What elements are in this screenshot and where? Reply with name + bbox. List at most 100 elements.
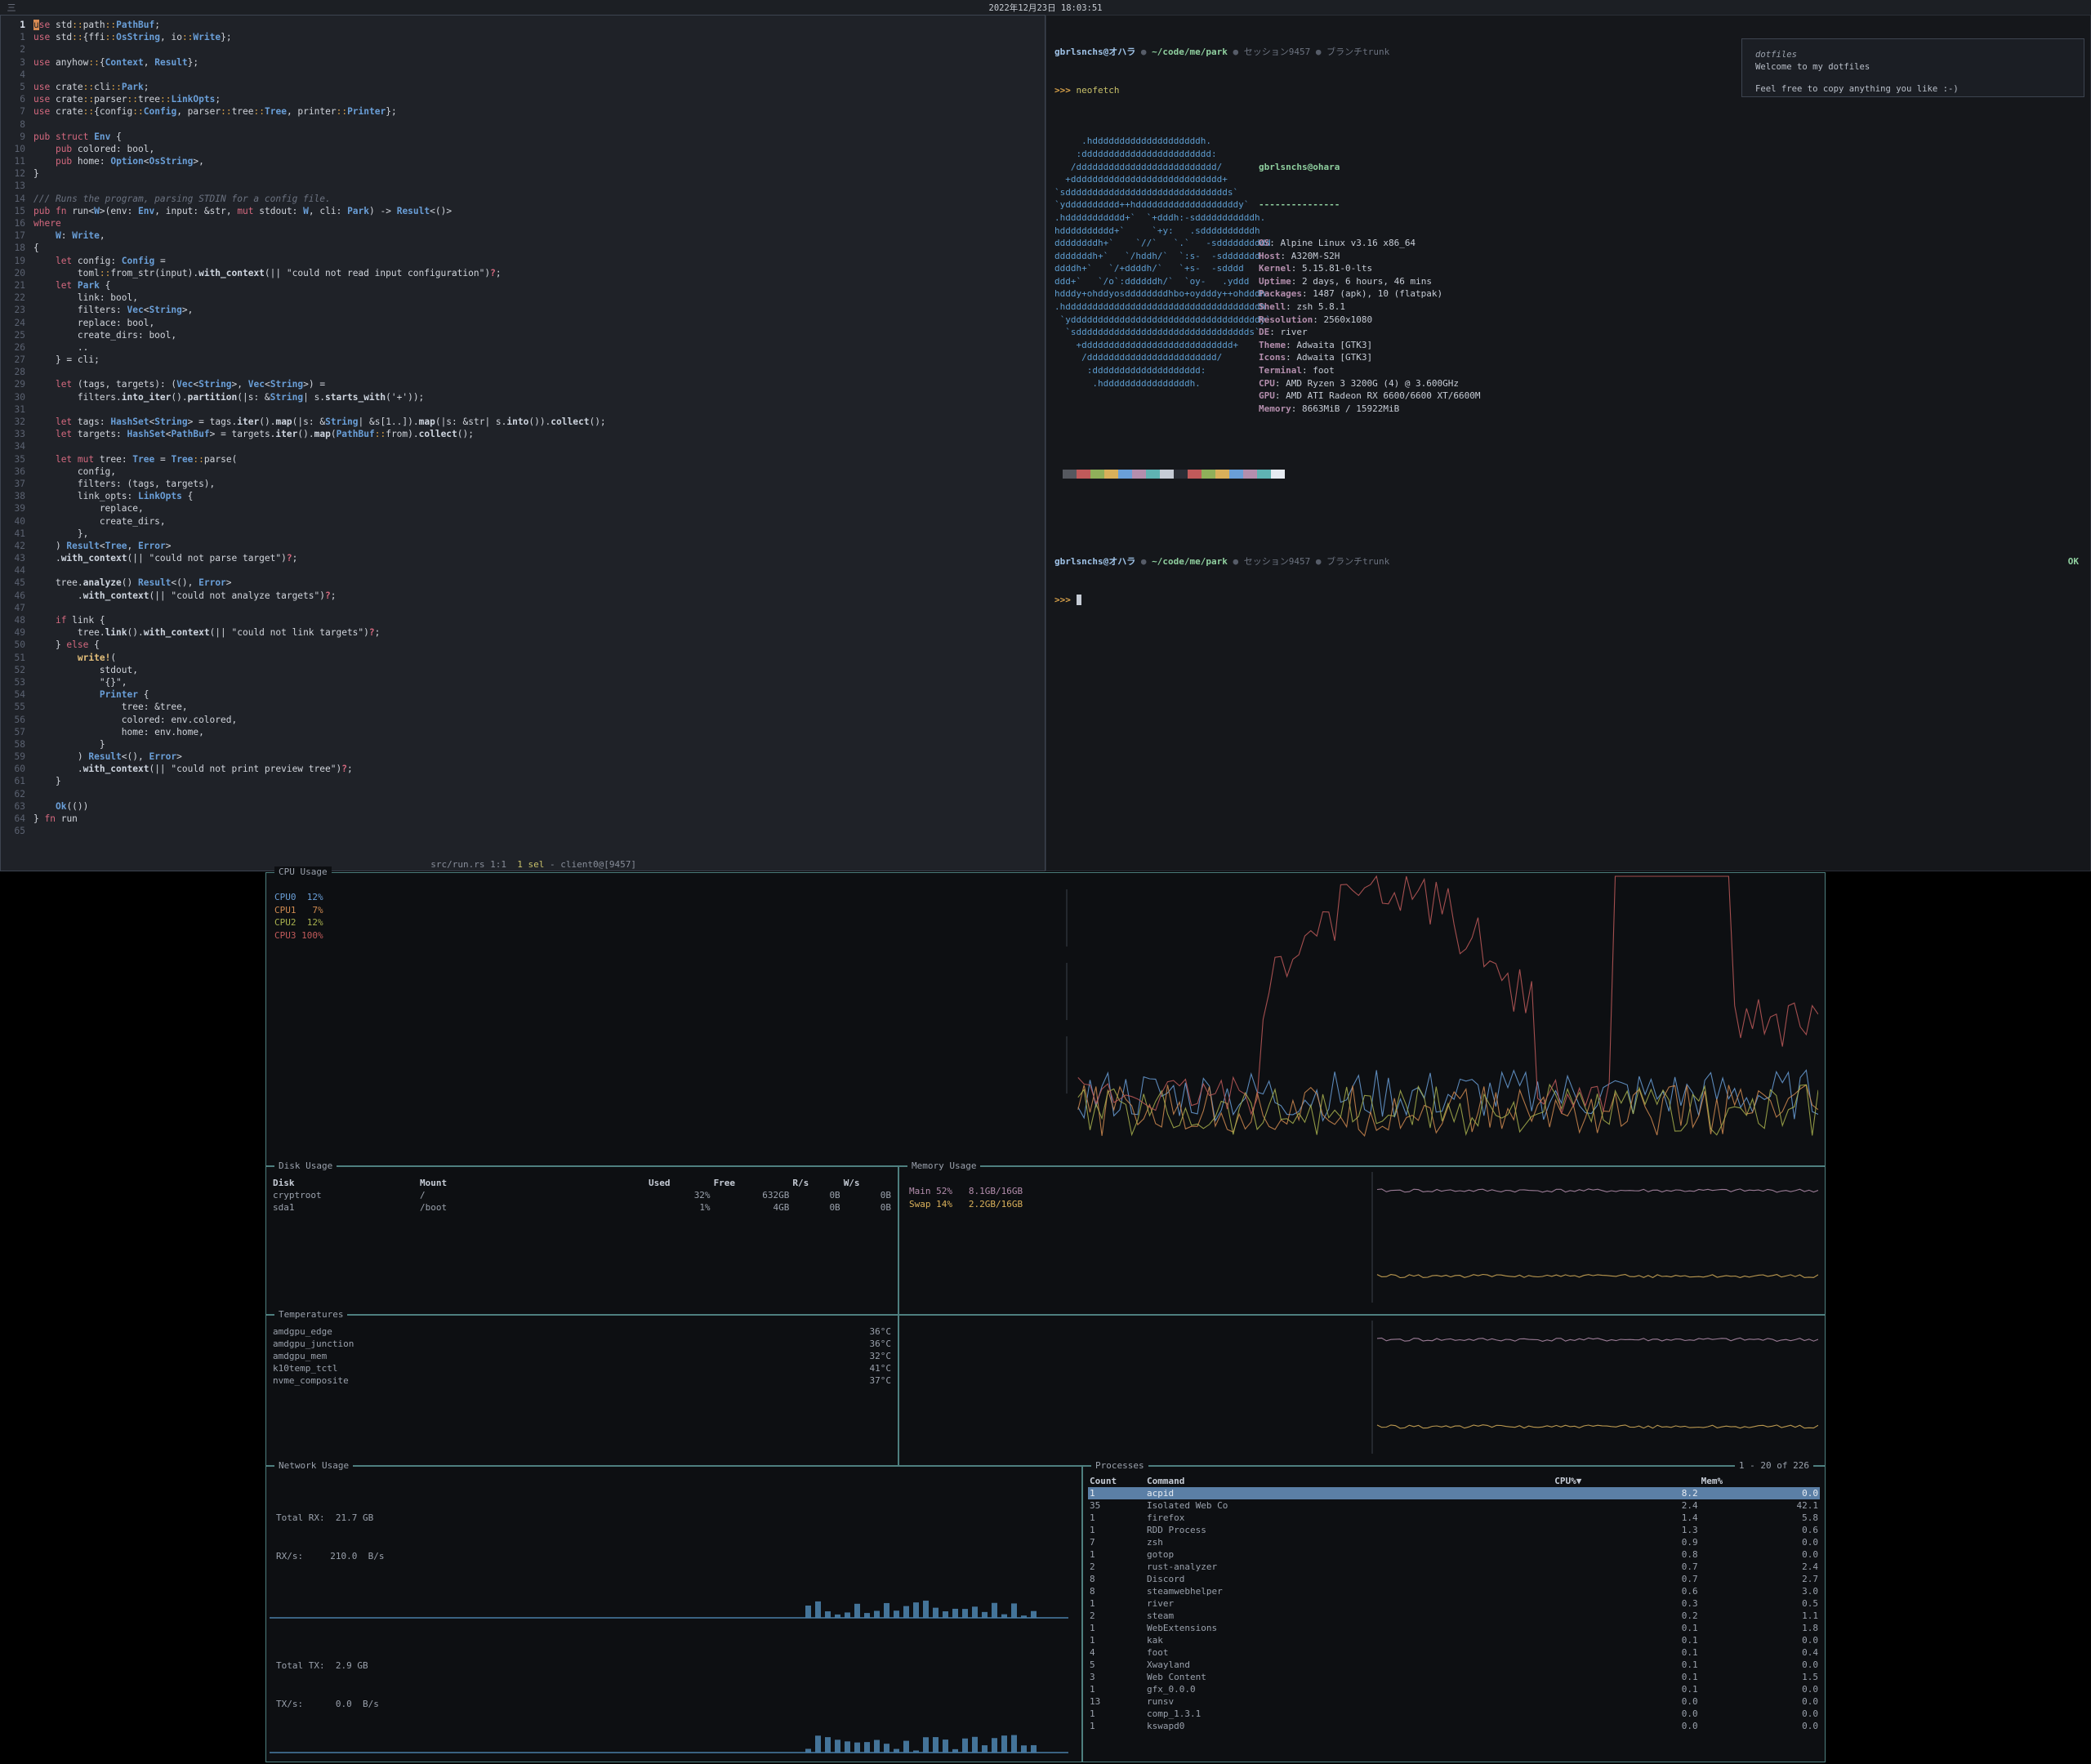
process-row[interactable]: 35Isolated Web Co2.442.1	[1088, 1499, 1820, 1512]
code-line[interactable]: } else {	[33, 639, 1045, 651]
process-row[interactable]: 7zsh0.90.0	[1088, 1536, 1820, 1548]
disk-column-header[interactable]: Used	[647, 1177, 712, 1189]
disk-column-header[interactable]: R/s	[791, 1177, 841, 1189]
code-line[interactable]: use crate::{config::Config, parser::tree…	[33, 105, 1045, 118]
code-line[interactable]: let mut tree: Tree = Tree::parse(	[33, 453, 1045, 466]
code-line[interactable]: if link {	[33, 614, 1045, 626]
code-line[interactable]: .with_context(|| "could not parse target…	[33, 552, 1045, 564]
process-row[interactable]: 1firefox1.45.8	[1088, 1512, 1820, 1524]
code-line[interactable]: filters: (tags, targets),	[33, 478, 1045, 490]
code-line[interactable]: config,	[33, 466, 1045, 478]
terminal-window[interactable]: gbrlsnchs@オハラ ● ~/code/me/park ● セッション94…	[1046, 15, 2091, 871]
code-line[interactable]: link_opts: LinkOpts {	[33, 490, 1045, 502]
process-column-header[interactable]: Command	[1145, 1475, 1553, 1487]
code-line[interactable]: tree.analyze() Result<(), Error>	[33, 577, 1045, 589]
process-row[interactable]: 1kak0.10.0	[1088, 1634, 1820, 1646]
code-line[interactable]: "{}",	[33, 676, 1045, 688]
code-line[interactable]: use std::{ffi::OsString, io::Write};	[33, 31, 1045, 43]
code-line[interactable]: } fn run	[33, 813, 1045, 825]
code-line[interactable]: },	[33, 528, 1045, 540]
code-line[interactable]: }	[33, 775, 1045, 787]
code-line[interactable]: use crate::parser::tree::LinkOpts;	[33, 93, 1045, 105]
disk-column-header[interactable]: W/s	[842, 1177, 893, 1189]
code-line[interactable]: tree.link().with_context(|| "could not l…	[33, 626, 1045, 639]
processes-table-header[interactable]: CountCommandCPU%▼Mem%	[1088, 1475, 1820, 1487]
code-line[interactable]: colored: env.colored,	[33, 714, 1045, 726]
code-line[interactable]: tree: &tree,	[33, 701, 1045, 713]
code-line[interactable]: ) Result<Tree, Error>	[33, 540, 1045, 552]
code-line[interactable]: .with_context(|| "could not analyze targ…	[33, 590, 1045, 602]
code-line[interactable]	[33, 564, 1045, 577]
code-line[interactable]: let config: Config =	[33, 255, 1045, 267]
process-row[interactable]: 5Xwayland0.10.0	[1088, 1659, 1820, 1671]
process-row[interactable]: 1RDD Process1.30.6	[1088, 1524, 1820, 1536]
code-line[interactable]: {	[33, 242, 1045, 254]
code-line[interactable]: link: bool,	[33, 292, 1045, 304]
code-line[interactable]: let (tags, targets): (Vec<String>, Vec<S…	[33, 378, 1045, 390]
code-line[interactable]: pub home: Option<OsString>,	[33, 155, 1045, 167]
code-line[interactable]	[33, 180, 1045, 192]
code-line[interactable]	[33, 440, 1045, 452]
code-line[interactable]	[33, 825, 1045, 837]
process-row[interactable]: 3Web Content0.11.5	[1088, 1671, 1820, 1683]
code-line[interactable]: use crate::cli::Park;	[33, 81, 1045, 93]
disk-column-header[interactable]: Mount	[418, 1177, 647, 1189]
process-row[interactable]: 1WebExtensions0.11.8	[1088, 1622, 1820, 1634]
process-row[interactable]: 8Discord0.72.7	[1088, 1573, 1820, 1585]
process-row[interactable]: 4foot0.10.4	[1088, 1646, 1820, 1659]
process-row[interactable]: 2steam0.21.1	[1088, 1610, 1820, 1622]
process-row[interactable]: 1comp_1.3.10.00.0	[1088, 1708, 1820, 1720]
process-row[interactable]: 8steamwebhelper0.63.0	[1088, 1585, 1820, 1597]
disk-column-header[interactable]: Disk	[271, 1177, 418, 1189]
process-column-header[interactable]: Mem%	[1700, 1475, 1820, 1487]
code-line[interactable]: where	[33, 217, 1045, 229]
disk-column-header[interactable]: Free	[712, 1177, 791, 1189]
code-line[interactable]: home: env.home,	[33, 726, 1045, 738]
process-row[interactable]: 1gotop0.80.0	[1088, 1548, 1820, 1561]
code-line[interactable]	[33, 43, 1045, 56]
code-line[interactable]: use std::path::PathBuf;	[33, 19, 1045, 31]
code-line[interactable]: replace: bool,	[33, 317, 1045, 329]
code-line[interactable]: create_dirs: bool,	[33, 329, 1045, 341]
code-line[interactable]: }	[33, 167, 1045, 180]
code-line[interactable]: ) Result<(), Error>	[33, 751, 1045, 763]
code-line[interactable]: let targets: HashSet<PathBuf> = targets.…	[33, 428, 1045, 440]
code-line[interactable]: toml::from_str(input).with_context(|| "c…	[33, 267, 1045, 279]
code-line[interactable]: } = cli;	[33, 354, 1045, 366]
code-line[interactable]: ..	[33, 341, 1045, 354]
gotop-window[interactable]: CPU Usage CPU0 12%CPU1 7%CPU2 12%CPU3 10…	[0, 871, 2091, 1764]
process-row[interactable]: 1river0.30.5	[1088, 1597, 1820, 1610]
process-row[interactable]: 2rust-analyzer0.72.4	[1088, 1561, 1820, 1573]
dotfiles-notification[interactable]: dotfiles Welcome to my dotfiles Feel fre…	[1741, 38, 2084, 97]
code-line[interactable]: stdout,	[33, 664, 1045, 676]
code-line[interactable]	[33, 403, 1045, 416]
code-line[interactable]: pub colored: bool,	[33, 143, 1045, 155]
code-line[interactable]: }	[33, 738, 1045, 751]
code-line[interactable]: write!(	[33, 652, 1045, 664]
code-line[interactable]	[33, 602, 1045, 614]
process-row[interactable]: 13runsv0.00.0	[1088, 1695, 1820, 1708]
process-row[interactable]: 1acpid8.20.0	[1088, 1487, 1820, 1499]
code-line[interactable]: /// Runs the program, parsing STDIN for …	[33, 193, 1045, 205]
code-line[interactable]: filters: Vec<String>,	[33, 304, 1045, 316]
process-row[interactable]: 1gfx_0.0.00.10.0	[1088, 1683, 1820, 1695]
code-line[interactable]: pub fn run<W>(env: Env, input: &str, mut…	[33, 205, 1045, 217]
processes-table[interactable]: CountCommandCPU%▼Mem% 1acpid8.20.035Isol…	[1088, 1475, 1820, 1732]
code-line[interactable]: Ok(())	[33, 800, 1045, 813]
code-line[interactable]: W: Write,	[33, 229, 1045, 242]
process-column-header[interactable]: Count	[1088, 1475, 1145, 1487]
processes-panel[interactable]: Processes 1 - 20 of 226 CountCommandCPU%…	[1082, 1466, 1826, 1762]
code-area[interactable]: 1123456789101112131415161718192021222324…	[1, 16, 1045, 858]
code-lines[interactable]: use std::path::PathBuf;use std::{ffi::Os…	[30, 19, 1045, 858]
code-line[interactable]	[33, 366, 1045, 378]
code-line[interactable]: .with_context(|| "could not print previe…	[33, 763, 1045, 775]
code-line[interactable]: use anyhow::{Context, Result};	[33, 56, 1045, 69]
code-line[interactable]: filters.into_iter().partition(|s: &Strin…	[33, 391, 1045, 403]
process-column-header[interactable]: CPU%▼	[1553, 1475, 1699, 1487]
code-line[interactable]: let tags: HashSet<String> = tags.iter().…	[33, 416, 1045, 428]
code-line[interactable]	[33, 788, 1045, 800]
code-line[interactable]	[33, 118, 1045, 131]
code-line[interactable]: create_dirs,	[33, 515, 1045, 528]
code-line[interactable]: pub struct Env {	[33, 131, 1045, 143]
processes-table-body[interactable]: 1acpid8.20.035Isolated Web Co2.442.11fir…	[1088, 1487, 1820, 1732]
